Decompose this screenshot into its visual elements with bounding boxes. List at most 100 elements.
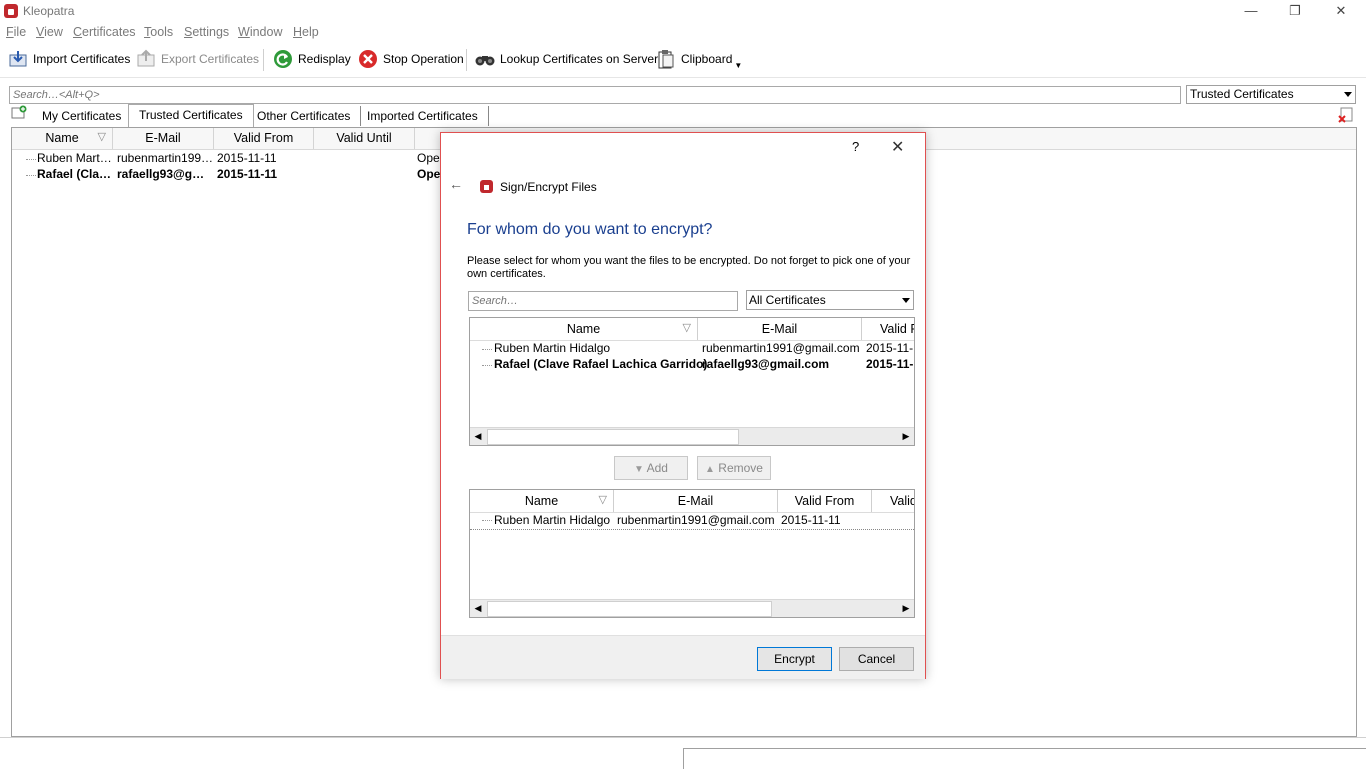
chevron-down-icon bbox=[1344, 92, 1352, 97]
row-email: rafaellg93@gmail.com bbox=[702, 357, 830, 371]
back-arrow-icon[interactable]: ← bbox=[449, 176, 463, 192]
search-input[interactable] bbox=[10, 87, 1180, 103]
filter-selected-value: All Certificates bbox=[749, 293, 826, 307]
stop-operation-button[interactable]: Stop Operation bbox=[358, 47, 464, 71]
certificate-filter-select[interactable]: Trusted Certificates bbox=[1186, 85, 1356, 104]
binoculars-icon bbox=[475, 49, 495, 69]
tree-line bbox=[482, 349, 492, 350]
horizontal-scrollbar[interactable]: ◀ ▶ bbox=[470, 427, 914, 445]
tab-imported-certificates[interactable]: Imported Certificates bbox=[357, 106, 489, 126]
toolbar-separator bbox=[466, 49, 467, 71]
cancel-button[interactable]: Cancel bbox=[839, 647, 914, 671]
toolbar-separator bbox=[263, 49, 264, 71]
scroll-right-icon[interactable]: ▶ bbox=[899, 429, 913, 443]
row-valid-from: 2015-11-11 bbox=[217, 151, 277, 165]
row-name: Ruben Mart… bbox=[37, 151, 112, 165]
row-name: Ruben Martin Hidalgo bbox=[494, 513, 611, 527]
minimize-button[interactable]: — bbox=[1228, 0, 1274, 22]
column-header-valid-until[interactable]: Valid Until bbox=[314, 128, 415, 149]
remove-button[interactable]: ▲ Remove bbox=[697, 456, 771, 480]
tree-line bbox=[26, 175, 36, 176]
column-header-name[interactable]: Name ▽ bbox=[12, 128, 113, 149]
close-button[interactable]: ✕ bbox=[1318, 0, 1364, 22]
toolbar: Import Certificates Export Certificates … bbox=[0, 43, 1366, 78]
certificate-search-box[interactable] bbox=[9, 86, 1181, 104]
tree-line bbox=[482, 365, 492, 366]
column-header-name[interactable]: Name ▽ bbox=[470, 318, 698, 340]
column-header-valid-until[interactable]: Valid bbox=[872, 490, 914, 512]
table-row[interactable]: Ruben Martin Hidalgo rubenmartin1991@gma… bbox=[470, 341, 914, 357]
table-row[interactable]: Rafael (Clave Rafael Lachica Garrido) ra… bbox=[470, 357, 914, 373]
redisplay-button[interactable]: Redisplay bbox=[273, 47, 351, 71]
recipient-search-box[interactable] bbox=[468, 291, 738, 311]
restore-button[interactable]: ❐ bbox=[1272, 0, 1318, 22]
row-email: rubenmartin199… bbox=[117, 151, 214, 165]
add-button[interactable]: ▼ Add bbox=[614, 456, 688, 480]
page-title: For whom do you want to encrypt? bbox=[467, 221, 713, 238]
row-name: Ruben Martin Hidalgo bbox=[494, 341, 611, 355]
export-icon bbox=[136, 49, 156, 69]
row-valid-from: 2015-11- bbox=[866, 357, 914, 371]
scroll-left-icon[interactable]: ◀ bbox=[471, 429, 485, 443]
menu-view[interactable]: View bbox=[36, 25, 63, 39]
close-tab-icon[interactable] bbox=[1338, 107, 1354, 123]
status-bar bbox=[683, 748, 1366, 769]
row-name: Rafael (Clave Rafael Lachica Garrido) bbox=[494, 357, 708, 371]
row-email: rubenmartin1991@gmail.com bbox=[702, 341, 860, 355]
recipient-filter-select[interactable]: All Certificates bbox=[746, 290, 914, 310]
dialog-footer: Encrypt Cancel bbox=[441, 635, 925, 679]
column-header-name[interactable]: Name ▽ bbox=[470, 490, 614, 512]
clipboard-button[interactable]: Clipboard ▼ bbox=[656, 47, 742, 71]
wizard-title: Sign/Encrypt Files bbox=[500, 180, 597, 194]
menu-certificates[interactable]: Certificates bbox=[73, 25, 136, 39]
kleopatra-logo-icon bbox=[4, 4, 18, 18]
menu-window[interactable]: Window bbox=[238, 25, 282, 39]
new-tab-icon[interactable] bbox=[11, 105, 27, 119]
selected-recipients-table[interactable]: Name ▽ E-Mail Valid From Valid Ruben Mar… bbox=[469, 489, 915, 618]
recipient-search-input[interactable] bbox=[469, 292, 737, 310]
column-header-valid-from[interactable]: Valid From bbox=[214, 128, 314, 149]
scroll-right-icon[interactable]: ▶ bbox=[899, 601, 913, 615]
clipboard-icon bbox=[656, 49, 676, 69]
row-email: rafaellg93@g… bbox=[117, 167, 205, 181]
table-row[interactable]: Ruben Martin Hidalgo rubenmartin1991@gma… bbox=[470, 513, 914, 530]
sort-indicator-icon: ▽ bbox=[97, 131, 106, 143]
encrypt-button[interactable]: Encrypt bbox=[757, 647, 832, 671]
menu-file[interactable]: File bbox=[6, 25, 26, 39]
row-valid-from: 2015-11-11 bbox=[217, 167, 278, 181]
import-icon bbox=[8, 49, 28, 69]
arrow-up-icon: ▲ bbox=[705, 464, 715, 475]
import-certificates-button[interactable]: Import Certificates bbox=[8, 47, 130, 71]
tab-my-certificates[interactable]: My Certificates bbox=[32, 106, 133, 126]
lookup-certificates-button[interactable]: Lookup Certificates on Server bbox=[475, 47, 658, 71]
dropdown-arrow-icon: ▼ bbox=[734, 60, 743, 70]
scrollbar-thumb[interactable] bbox=[487, 601, 772, 617]
stop-icon bbox=[358, 49, 378, 69]
column-header-email[interactable]: E-Mail bbox=[614, 490, 778, 512]
menu-settings[interactable]: Settings bbox=[184, 25, 229, 39]
refresh-icon bbox=[273, 49, 293, 69]
tab-trusted-certificates[interactable]: Trusted Certificates bbox=[128, 104, 254, 127]
chevron-down-icon bbox=[902, 298, 910, 303]
menu-help[interactable]: Help bbox=[293, 25, 319, 39]
available-table-header: Name ▽ E-Mail Valid F bbox=[470, 318, 914, 341]
sort-indicator-icon: ▽ bbox=[682, 322, 691, 334]
dialog-close-button[interactable]: ✕ bbox=[891, 137, 904, 157]
filter-selected-value: Trusted Certificates bbox=[1190, 87, 1294, 101]
tree-line bbox=[482, 520, 492, 521]
column-header-email[interactable]: E-Mail bbox=[113, 128, 214, 149]
selected-table-header: Name ▽ E-Mail Valid From Valid bbox=[470, 490, 914, 513]
column-header-email[interactable]: E-Mail bbox=[698, 318, 862, 340]
column-header-valid-from[interactable]: Valid F bbox=[862, 318, 914, 340]
menu-tools[interactable]: Tools bbox=[144, 25, 173, 39]
column-header-valid-from[interactable]: Valid From bbox=[778, 490, 872, 512]
available-certificates-table[interactable]: Name ▽ E-Mail Valid F Ruben Martin Hidal… bbox=[469, 317, 915, 446]
tab-bar: My Certificates Trusted Certificates Oth… bbox=[10, 104, 1356, 127]
scrollbar-thumb[interactable] bbox=[487, 429, 739, 445]
export-certificates-button[interactable]: Export Certificates bbox=[136, 47, 259, 71]
tab-other-certificates[interactable]: Other Certificates bbox=[247, 106, 362, 126]
scroll-left-icon[interactable]: ◀ bbox=[471, 601, 485, 615]
row-name: Rafael (Cla… bbox=[37, 167, 112, 181]
horizontal-scrollbar[interactable]: ◀ ▶ bbox=[470, 599, 914, 617]
help-button[interactable]: ? bbox=[852, 139, 859, 154]
